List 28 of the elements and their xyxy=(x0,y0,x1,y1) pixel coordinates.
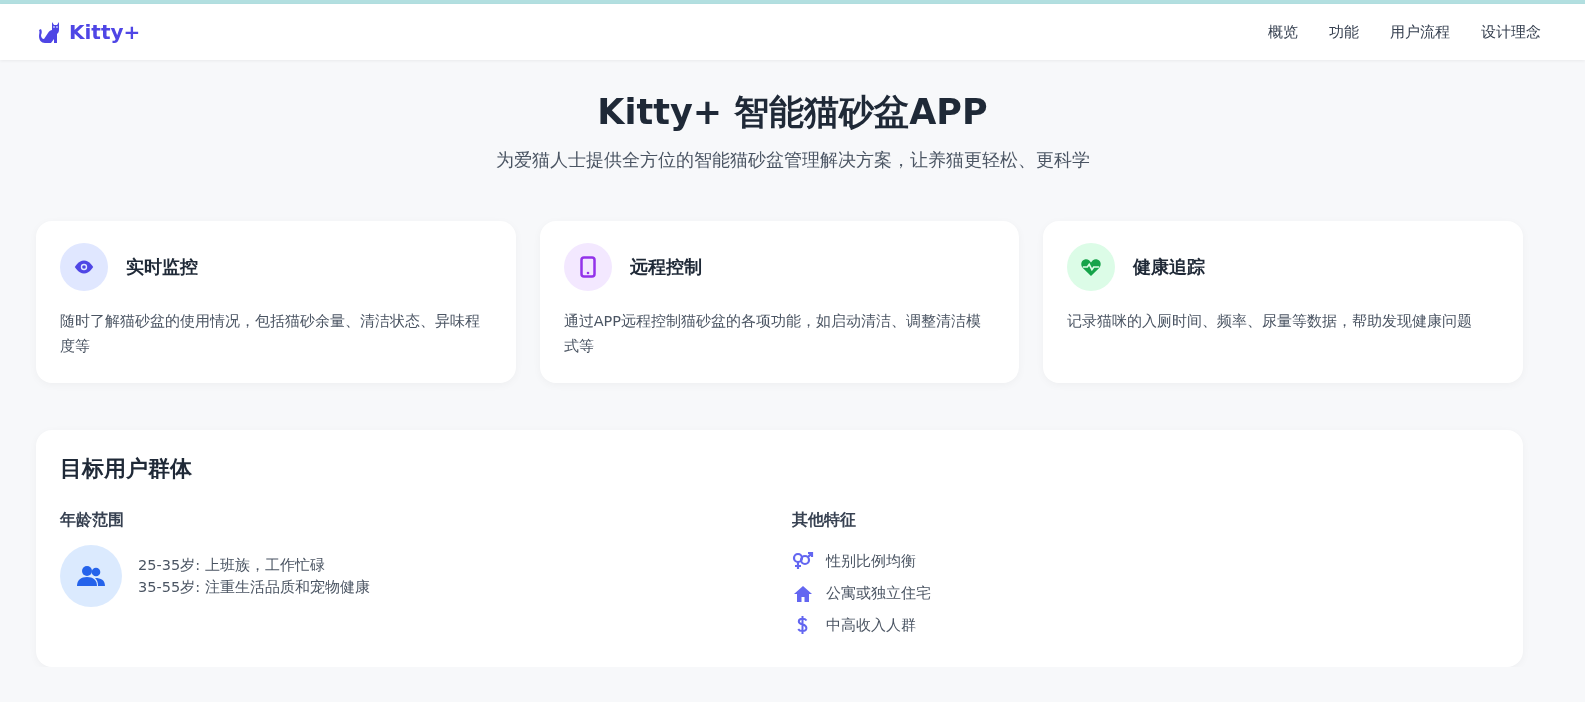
section-title: 目标用户群体 xyxy=(60,455,193,483)
column-heading: 其他特征 xyxy=(791,510,857,531)
cat-icon xyxy=(37,21,61,43)
feature-description: 记录猫咪的入厕时间、频率、尿量等数据，帮助发现健康问题 xyxy=(1067,312,1474,331)
nav-link[interactable]: 用户流程 xyxy=(1390,22,1450,42)
trait-text: 公寓或独立住宅 xyxy=(825,583,931,603)
feature-description: 通过APP远程控制猫砂盆的各项功能，如启动清洁、调整清洁模式等 xyxy=(563,312,983,356)
users-icon xyxy=(76,565,106,587)
age-range-text: 35-55岁: 注重生活品质和宠物健康 xyxy=(138,578,370,597)
feature-description: 随时了解猫砂盆的使用情况，包括猫砂余量、清洁状态、异味程度等 xyxy=(60,312,481,356)
feature-title: 健康追踪 xyxy=(1133,255,1206,279)
house-icon xyxy=(792,584,813,602)
feature-title: 实时监控 xyxy=(126,255,198,279)
trait-text: 中高收入人群 xyxy=(825,615,916,635)
nav-link[interactable]: 设计理念 xyxy=(1481,22,1541,42)
nav-link[interactable]: 功能 xyxy=(1329,22,1359,42)
age-range-text: 25-35岁: 上班族，工作忙碌 xyxy=(138,556,326,575)
page-title: Kitty+ 智能猫砂盆APP xyxy=(596,91,989,134)
dollar-icon xyxy=(797,616,808,634)
heartbeat-icon xyxy=(1080,257,1103,277)
trait-text: 性别比例均衡 xyxy=(825,551,916,571)
feature-title: 远程控制 xyxy=(629,255,702,279)
phone-icon xyxy=(579,256,596,278)
column-heading: 年龄范围 xyxy=(60,510,125,531)
nav-link[interactable]: 概览 xyxy=(1268,22,1298,42)
brand-name: Kitty+ xyxy=(69,20,141,44)
gender-icon xyxy=(791,552,814,570)
page-subtitle: 为爱猫人士提供全方位的智能猫砂盆管理解决方案，让养猫更轻松、更科学 xyxy=(494,148,1091,172)
